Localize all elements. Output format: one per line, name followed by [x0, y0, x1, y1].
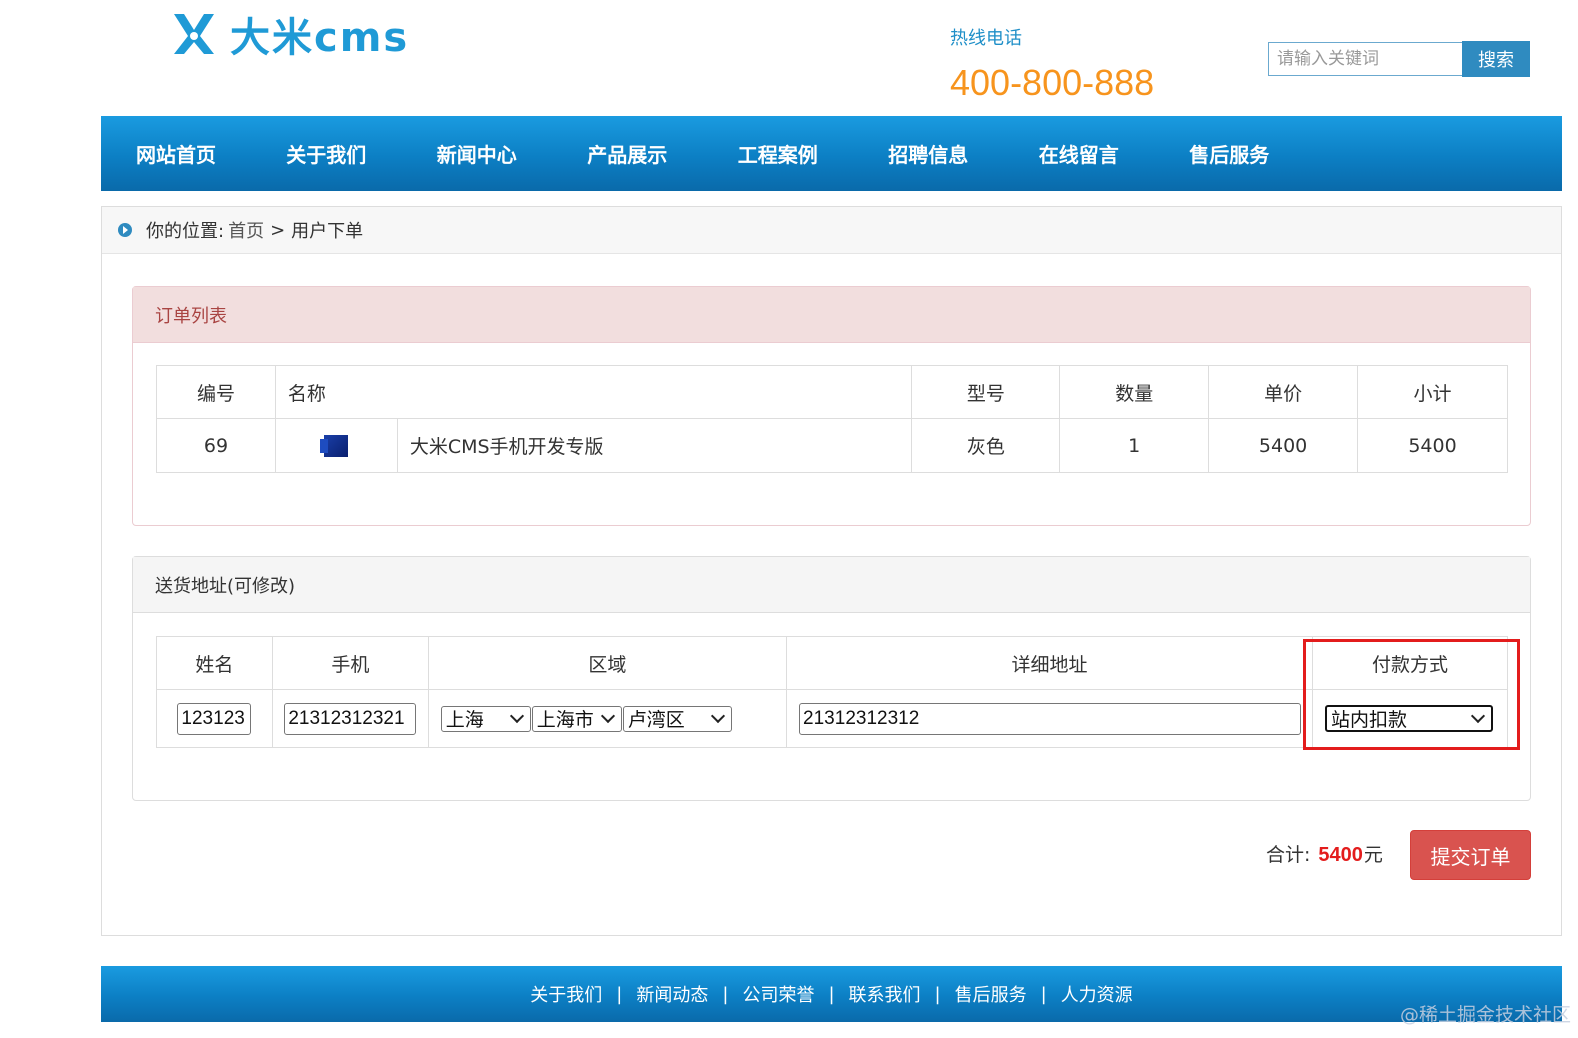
product-subtotal: 5400 — [1357, 418, 1508, 473]
location-icon — [118, 223, 132, 237]
province-select[interactable]: 上海 — [440, 705, 531, 732]
watermark: @稀土掘金技术社区 — [1400, 1004, 1572, 1026]
region-cell: 上海 上海市 卢湾区 — [427, 689, 788, 748]
col-header-subtotal: 小计 — [1357, 365, 1508, 419]
col-header-name: 名称 — [274, 365, 913, 419]
footer-separator: | — [1040, 983, 1047, 1005]
product-name[interactable]: 大米CMS手机开发专版 — [396, 418, 913, 473]
district-value: 卢湾区 — [627, 709, 685, 731]
nav-item-about[interactable]: 关于我们 — [251, 139, 402, 168]
footer-link-service[interactable]: 售后服务 — [955, 981, 1027, 1007]
footer-separator: | — [722, 983, 729, 1005]
nav-item-message[interactable]: 在线留言 — [1004, 139, 1155, 168]
order-total: 合计: 5400 元 — [1266, 840, 1383, 867]
order-id: 69 — [156, 418, 276, 473]
footer-separator: | — [934, 983, 941, 1005]
address-panel-title: 送货地址(可修改) — [133, 557, 1530, 613]
district-select[interactable]: 卢湾区 — [622, 705, 732, 732]
nav-item-home[interactable]: 网站首页 — [101, 139, 251, 168]
col-header-recipient: 姓名 — [156, 636, 273, 690]
product-thumbnail[interactable] — [320, 434, 349, 457]
total-unit: 元 — [1363, 844, 1383, 866]
province-value: 上海 — [445, 709, 484, 731]
nav-item-service[interactable]: 售后服务 — [1154, 139, 1305, 168]
phone-input[interactable] — [284, 702, 417, 735]
order-panel-title: 订单列表 — [133, 287, 1530, 343]
main-nav: 网站首页 关于我们 新闻中心 产品展示 工程案例 招聘信息 在线留言 售后服务 — [101, 116, 1562, 191]
chevron-down-icon — [710, 708, 725, 724]
col-header-region: 区域 — [427, 636, 788, 690]
chevron-down-icon — [509, 708, 524, 724]
city-value: 上海市 — [536, 709, 594, 731]
col-header-model: 型号 — [911, 365, 1061, 419]
col-header-phone: 手机 — [271, 636, 429, 690]
footer-nav: 关于我们 | 新闻动态 | 公司荣誉 | 联系我们 | 售后服务 | 人力资源 — [101, 966, 1562, 1022]
nav-item-cases[interactable]: 工程案例 — [703, 139, 854, 168]
breadcrumb: 你的位置: 首页 > 用户下单 — [102, 207, 1561, 254]
total-label: 合计: — [1266, 844, 1311, 866]
footer-link-contact[interactable]: 联系我们 — [849, 981, 921, 1007]
footer-separator: | — [828, 983, 835, 1005]
footer-link-news[interactable]: 新闻动态 — [636, 981, 708, 1007]
footer-link-honors[interactable]: 公司荣誉 — [742, 981, 814, 1007]
phone-cell — [271, 689, 429, 748]
site-logo[interactable]: 大米cms — [168, 6, 428, 62]
hotline-label: 热线电话 — [950, 28, 1022, 49]
search-box: 搜索 — [1268, 41, 1530, 78]
nav-item-news[interactable]: 新闻中心 — [402, 139, 553, 168]
product-model: 灰色 — [911, 418, 1061, 473]
payment-highlight-box — [1303, 639, 1520, 750]
total-amount: 5400 — [1318, 844, 1363, 866]
breadcrumb-home-link[interactable]: 首页 — [228, 217, 264, 243]
breadcrumb-current: 用户下单 — [291, 221, 364, 242]
submit-order-button[interactable]: 提交订单 — [1410, 830, 1531, 880]
search-button[interactable]: 搜索 — [1462, 41, 1530, 77]
nav-item-jobs[interactable]: 招聘信息 — [853, 139, 1004, 168]
col-header-price: 单价 — [1208, 365, 1359, 419]
table-row: 69 大米CMS手机开发专版 灰色 1 5400 5400 — [156, 418, 1508, 473]
address-cell — [786, 689, 1313, 748]
logo-icon — [174, 14, 214, 54]
chevron-down-icon — [600, 708, 615, 724]
table-header-row: 编号 名称 型号 数量 单价 小计 — [156, 365, 1508, 419]
logo-text: 大米cms — [230, 15, 410, 61]
breadcrumb-prefix: 你的位置: — [146, 221, 225, 242]
footer-link-about[interactable]: 关于我们 — [530, 981, 602, 1007]
product-qty: 1 — [1059, 418, 1210, 473]
order-table: 编号 名称 型号 数量 单价 小计 69 大米CMS手机开发专版 灰色 1 54… — [156, 365, 1508, 473]
col-header-qty: 数量 — [1059, 365, 1210, 419]
breadcrumb-separator: > — [270, 219, 286, 241]
recipient-name-input[interactable] — [177, 702, 252, 735]
footer-separator: | — [616, 983, 623, 1005]
recipient-cell — [156, 689, 273, 748]
address-input[interactable] — [799, 702, 1302, 735]
footer-link-hr[interactable]: 人力资源 — [1061, 981, 1133, 1007]
product-price: 5400 — [1208, 418, 1359, 473]
col-header-address: 详细地址 — [786, 636, 1313, 690]
nav-item-products[interactable]: 产品展示 — [552, 139, 703, 168]
hotline-number: 400-800-888 — [950, 62, 1155, 103]
search-input[interactable] — [1268, 42, 1462, 76]
product-thumbnail-cell — [274, 418, 398, 473]
city-select[interactable]: 上海市 — [531, 705, 622, 732]
col-header-id: 编号 — [156, 365, 276, 419]
